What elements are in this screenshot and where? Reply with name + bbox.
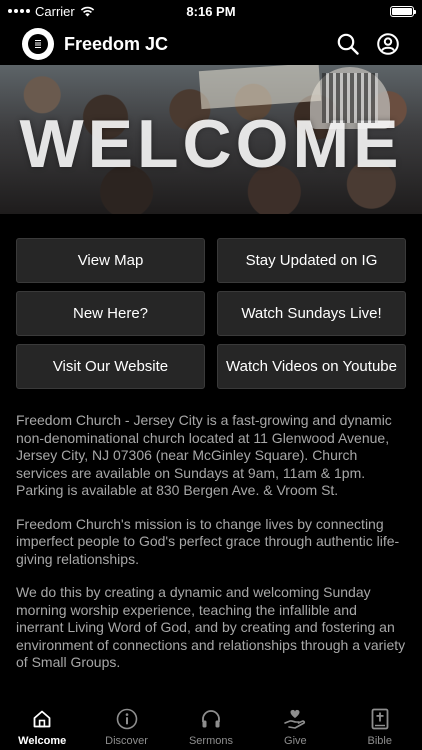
- tab-bible-label: Bible: [367, 735, 392, 747]
- tab-bar: Welcome Discover Sermons Give Bible: [0, 700, 422, 750]
- headphones-icon: [198, 706, 224, 732]
- hero-welcome-text: WELCOME: [19, 106, 403, 182]
- church-description: Freedom Church - Jersey City is a fast-g…: [16, 412, 408, 688]
- status-left: Carrier: [8, 4, 95, 19]
- description-paragraph-3: We do this by creating a dynamic and wel…: [16, 584, 406, 670]
- hero-sign: [198, 65, 322, 110]
- tab-sermons-label: Sermons: [188, 735, 233, 747]
- description-paragraph-1: Freedom Church - Jersey City is a fast-g…: [16, 412, 392, 498]
- tab-discover-label: Discover: [105, 735, 148, 747]
- watch-live-button[interactable]: Watch Sundays Live!: [217, 291, 406, 336]
- carrier-label: Carrier: [35, 3, 75, 19]
- tab-welcome[interactable]: Welcome: [0, 706, 84, 747]
- tab-give-label: Give: [284, 735, 307, 747]
- tab-give[interactable]: Give: [253, 706, 337, 747]
- youtube-button[interactable]: Watch Videos on Youtube: [217, 344, 406, 389]
- app-header: Freedom JC: [0, 24, 422, 64]
- bible-icon: [367, 706, 393, 732]
- tab-welcome-label: Welcome: [18, 735, 67, 747]
- battery-icon: [390, 5, 416, 17]
- instagram-button[interactable]: Stay Updated on IG: [217, 238, 406, 283]
- home-icon: [29, 706, 55, 732]
- new-here-button[interactable]: New Here?: [16, 291, 205, 336]
- hero-banner-image: WELCOME: [0, 65, 422, 214]
- action-buttons: View Map Stay Updated on IG New Here? Wa…: [16, 238, 406, 389]
- tab-discover[interactable]: Discover: [85, 706, 169, 747]
- info-icon: [114, 706, 140, 732]
- tab-sermons[interactable]: Sermons: [169, 706, 253, 747]
- app-title: Freedom JC: [64, 33, 169, 54]
- tab-bible[interactable]: Bible: [338, 706, 422, 747]
- status-bar: Carrier 8:16 PM: [0, 0, 422, 22]
- signal-icon: [8, 9, 30, 13]
- church-logo: [22, 28, 54, 60]
- give-icon: [282, 706, 308, 732]
- description-paragraph-2: Freedom Church's mission is to change li…: [16, 515, 400, 567]
- profile-icon[interactable]: [376, 32, 400, 56]
- search-icon[interactable]: [336, 32, 360, 56]
- wifi-icon: [80, 6, 94, 16]
- view-map-button[interactable]: View Map: [16, 238, 205, 283]
- website-button[interactable]: Visit Our Website: [16, 344, 205, 389]
